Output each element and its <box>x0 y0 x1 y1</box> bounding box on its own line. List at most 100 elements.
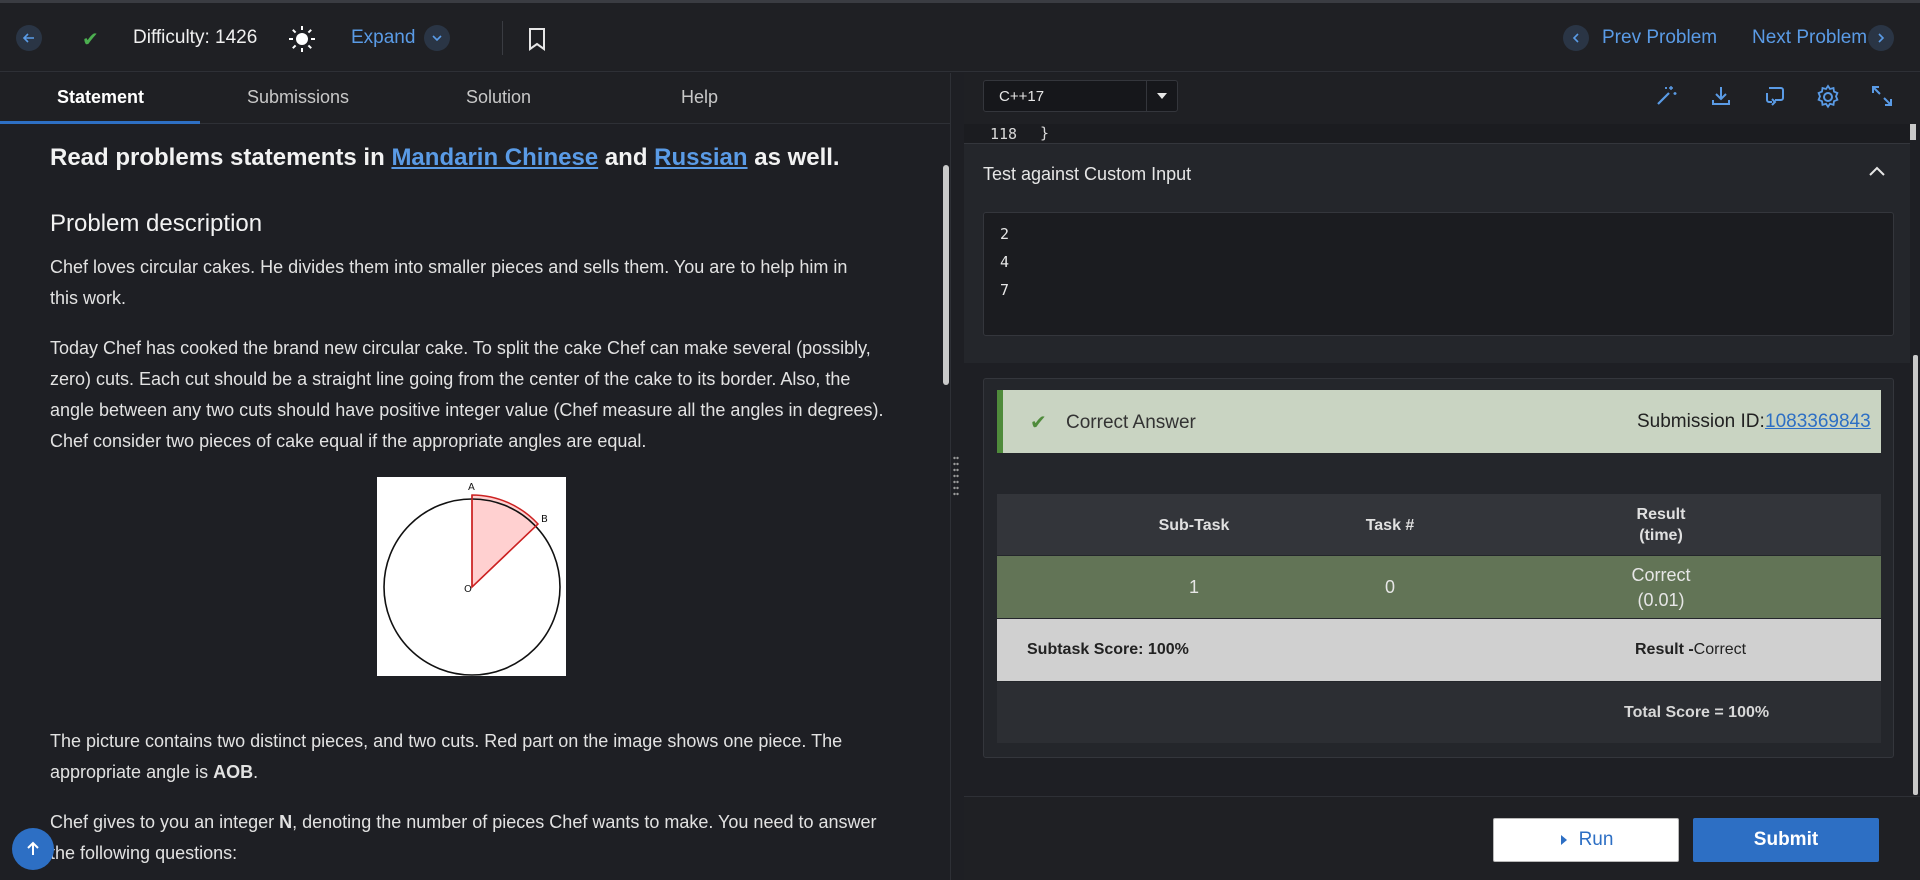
solved-check-icon: ✔ <box>82 29 99 51</box>
cell-subtask: 1 <box>1188 577 1199 597</box>
custom-input-field[interactable]: 2 4 7 <box>983 212 1894 336</box>
result-value: Correct <box>1693 641 1747 658</box>
subtask-score: Subtask Score: 100% <box>1027 641 1189 658</box>
fullscreen-icon <box>1872 86 1892 106</box>
problem-header: ✔ Difficulty: 1426 Expand Prev Problem N… <box>0 3 1920 72</box>
theme-toggle-button[interactable] <box>288 25 316 58</box>
custom-input-value: 4 <box>1000 253 1010 271</box>
mandarin-link[interactable]: Mandarin Chinese <box>391 144 598 171</box>
p3-text: appropriate angle is <box>50 762 214 782</box>
sun-icon <box>289 26 315 52</box>
table-row: 1 0 Correct (0.01) <box>997 556 1881 618</box>
cake-label-b: B <box>541 514 548 525</box>
results-table-header: Sub-Task Task # Result (time) <box>997 494 1881 555</box>
code-editor[interactable]: 118 } <box>964 124 1910 143</box>
collapse-custom-input-button[interactable] <box>1868 165 1886 184</box>
play-icon <box>1560 835 1567 845</box>
p3-bold: AOB <box>213 762 254 782</box>
chevron-right-icon <box>1878 33 1885 43</box>
chevron-down-icon <box>432 35 442 42</box>
p1-line: this work. <box>50 288 127 308</box>
p2-line: zero) cuts. Each cut should be a straigh… <box>50 369 851 389</box>
left-tabs: Statement Submissions Solution Help <box>0 73 950 124</box>
custom-input-value: 2 <box>1000 225 1010 243</box>
chevron-up-icon <box>1869 166 1885 176</box>
chevron-left-icon <box>1572 33 1579 43</box>
scroll-to-top-button[interactable] <box>12 828 54 870</box>
line-number: 118 <box>990 125 1018 143</box>
p4-line: the following questions: <box>50 843 238 863</box>
submission-id-label: Submission ID: <box>1637 411 1765 432</box>
arrow-left-icon <box>22 33 34 43</box>
paragraph-2: Today Chef has cooked the brand new circ… <box>50 333 900 457</box>
drag-handle-icon[interactable] <box>953 455 959 497</box>
p2-line: Chef consider two pieces of cake equal i… <box>50 431 647 451</box>
reset-code-button[interactable] <box>1763 84 1787 113</box>
statement-scrollbar[interactable] <box>943 165 949 385</box>
magic-wand-icon <box>1657 86 1677 105</box>
p4-text: , denoting the number of pieces Chef wan… <box>292 812 877 832</box>
back-button[interactable] <box>16 25 42 51</box>
caret-down-icon <box>1156 93 1167 99</box>
prev-problem-link[interactable]: Prev Problem <box>1602 27 1717 49</box>
run-button[interactable]: Run <box>1493 818 1679 862</box>
paragraph-3: The picture contains two distinct pieces… <box>50 726 900 788</box>
bookmark-button[interactable] <box>526 27 548 56</box>
check-icon: ✔ <box>1030 412 1047 434</box>
expand-dropdown-button[interactable] <box>424 25 450 51</box>
language-dropdown-caret[interactable] <box>1146 81 1176 111</box>
cake-diagram-image: A B O <box>377 477 566 676</box>
custom-input-value: 7 <box>1000 281 1010 299</box>
paragraph-1: Chef loves circular cakes. He divides th… <box>50 252 900 314</box>
p3-text: . <box>253 762 259 782</box>
editor-scrollbar[interactable] <box>1910 124 1916 140</box>
col-subtask: Sub-Task <box>1158 517 1230 534</box>
download-button[interactable] <box>1709 84 1733 113</box>
arrow-up-icon <box>27 841 39 855</box>
p3-line: The picture contains two distinct pieces… <box>50 731 843 751</box>
heading-text-post: as well. <box>747 144 840 171</box>
answer-status: Correct Answer <box>1066 412 1196 433</box>
p4-bold: N <box>279 812 293 832</box>
russian-link[interactable]: Russian <box>654 144 747 171</box>
result-label: Result - <box>1635 641 1694 658</box>
p4-line: Chef gives to you an integer N, denoting… <box>50 807 900 838</box>
format-code-button[interactable] <box>1654 84 1678 113</box>
header-divider <box>502 21 503 55</box>
bookmark-icon <box>529 28 545 51</box>
statement-heading: Read problems statements in Mandarin Chi… <box>50 144 840 172</box>
col-result: Result <box>1636 506 1686 523</box>
p3-line: appropriate angle is AOB. <box>50 757 900 788</box>
subtask-score-row: Subtask Score: 100% Result - Correct <box>997 619 1881 681</box>
download-icon <box>1712 87 1730 105</box>
custom-input-title[interactable]: Test against Custom Input <box>983 164 1191 185</box>
heading-text-mid: and <box>598 144 655 171</box>
submit-button[interactable]: Submit <box>1693 818 1879 862</box>
paragraph-4: Chef gives to you an integer N, denoting… <box>50 807 900 869</box>
p2-line: Today Chef has cooked the brand new circ… <box>50 338 871 358</box>
col-time: (time) <box>1639 527 1683 544</box>
settings-button[interactable] <box>1815 84 1841 115</box>
problem-description-title: Problem description <box>50 210 263 237</box>
tab-help[interactable]: Help <box>681 87 718 108</box>
tab-submissions[interactable]: Submissions <box>247 87 349 108</box>
results-scrollbar[interactable] <box>1913 355 1918 795</box>
submission-id-link[interactable]: 1083369843 <box>1765 411 1871 433</box>
tab-solution[interactable]: Solution <box>466 87 531 108</box>
gear-icon <box>1817 84 1839 109</box>
cell-task: 0 <box>1384 577 1395 597</box>
tab-statement[interactable]: Statement <box>57 87 144 108</box>
expand-button[interactable]: Expand <box>351 27 415 49</box>
cake-label-a: A <box>468 482 475 493</box>
next-problem-chevron[interactable] <box>1868 25 1894 51</box>
reset-icon <box>1766 87 1784 106</box>
total-score: Total Score = 100% <box>1624 704 1770 721</box>
prev-problem-chevron[interactable] <box>1563 25 1589 51</box>
fullscreen-button[interactable] <box>1870 84 1894 113</box>
col-task: Task # <box>1365 517 1415 534</box>
total-score-row: Total Score = 100% <box>997 682 1881 743</box>
next-problem-link[interactable]: Next Problem <box>1752 27 1867 49</box>
cake-label-o: O <box>464 584 472 595</box>
cell-time: (0.01) <box>1637 590 1685 610</box>
code-line: } <box>1040 124 1050 142</box>
